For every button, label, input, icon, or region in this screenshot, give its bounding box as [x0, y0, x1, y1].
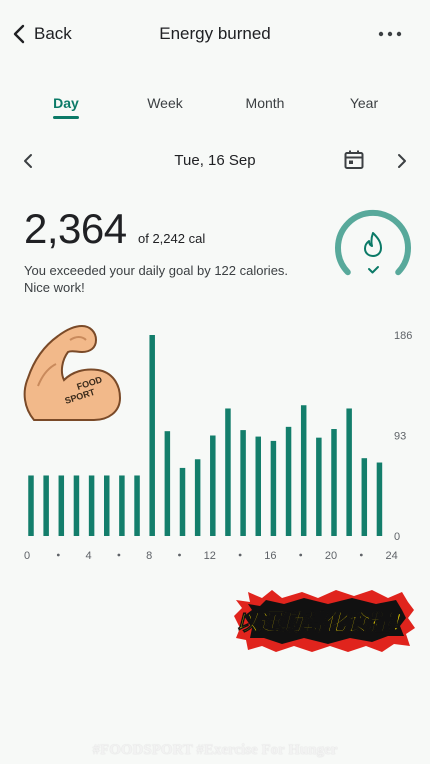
chart-bar[interactable] — [104, 475, 110, 536]
x-tick-dot — [56, 553, 60, 557]
chart-bar[interactable] — [149, 335, 155, 536]
x-tick-dot — [178, 553, 181, 557]
y-tick-label: 186 — [394, 330, 412, 342]
goal-text: of 2,242 cal — [138, 231, 206, 246]
page-title: Energy burned — [159, 24, 271, 43]
x-tick-label: 12 — [204, 550, 216, 562]
chart-bar[interactable] — [225, 408, 231, 536]
x-tick-label: 0 — [24, 550, 30, 562]
chart-bar[interactable] — [179, 467, 186, 536]
chart-bar[interactable] — [361, 458, 368, 536]
x-tick-label: 8 — [146, 550, 152, 562]
more-vert-icon[interactable] — [372, 22, 408, 46]
chart-bar[interactable] — [73, 475, 80, 536]
chart-bar[interactable] — [300, 405, 307, 536]
chart-bar[interactable] — [331, 429, 337, 536]
slogan-sticker: 以運動轉化食糧！ — [234, 590, 415, 652]
footer-watermark: #FOODSPORT #Exercise For Hunger — [92, 742, 338, 758]
flame-icon — [364, 232, 382, 257]
x-tick-dot — [238, 553, 242, 557]
chart-bar[interactable] — [58, 475, 65, 536]
chart-bar[interactable] — [316, 437, 322, 536]
check-icon — [368, 266, 379, 274]
date-navigator: Tue, 16 Sep — [0, 146, 430, 176]
y-tick-label: 93 — [394, 431, 406, 443]
goal-message: You exceeded your daily goal by 122 calo… — [24, 263, 289, 295]
chart-bar[interactable] — [240, 430, 246, 536]
active-tab-indicator — [53, 116, 79, 119]
tab-day[interactable]: Day — [40, 95, 92, 111]
tab-month[interactable]: Month — [235, 95, 295, 111]
top-bar: Back Energy burned — [0, 0, 430, 68]
x-tick-label: 16 — [264, 550, 276, 562]
energy-value: 2,364 — [24, 205, 127, 252]
calendar-icon[interactable] — [342, 148, 366, 172]
x-tick-dot — [359, 553, 363, 557]
tab-week[interactable]: Week — [137, 95, 193, 111]
period-tabs: Day Week Month Year — [0, 90, 430, 124]
chart-bar[interactable] — [346, 408, 352, 536]
x-tick-label: 4 — [86, 550, 92, 562]
chart-bar[interactable] — [119, 475, 125, 536]
goal-ring — [335, 209, 411, 276]
slogan-text: 以運動轉化食糧！ — [236, 610, 412, 636]
chart-bar[interactable] — [285, 426, 292, 536]
chart-bar[interactable] — [28, 475, 34, 536]
chart-bar[interactable] — [376, 462, 383, 536]
flexed-arm-sticker: FOOD SPORT — [23, 324, 122, 421]
x-tick-label: 24 — [385, 550, 397, 562]
x-tick-dot — [117, 553, 121, 557]
chart-bar[interactable] — [43, 475, 49, 536]
chevron-right-icon[interactable] — [390, 150, 412, 172]
y-tick-label: 0 — [394, 531, 400, 543]
chart-bar[interactable] — [210, 435, 216, 537]
chart-bar[interactable] — [194, 459, 201, 536]
x-tick-label: 20 — [325, 550, 337, 562]
chart-bar[interactable] — [255, 436, 262, 536]
x-tick-dot — [299, 553, 303, 557]
chart-bar[interactable] — [164, 431, 171, 536]
chart-bar[interactable] — [270, 440, 277, 536]
chart-bar[interactable] — [88, 475, 95, 536]
tab-year[interactable]: Year — [340, 95, 388, 111]
chart-bar[interactable] — [134, 475, 140, 536]
